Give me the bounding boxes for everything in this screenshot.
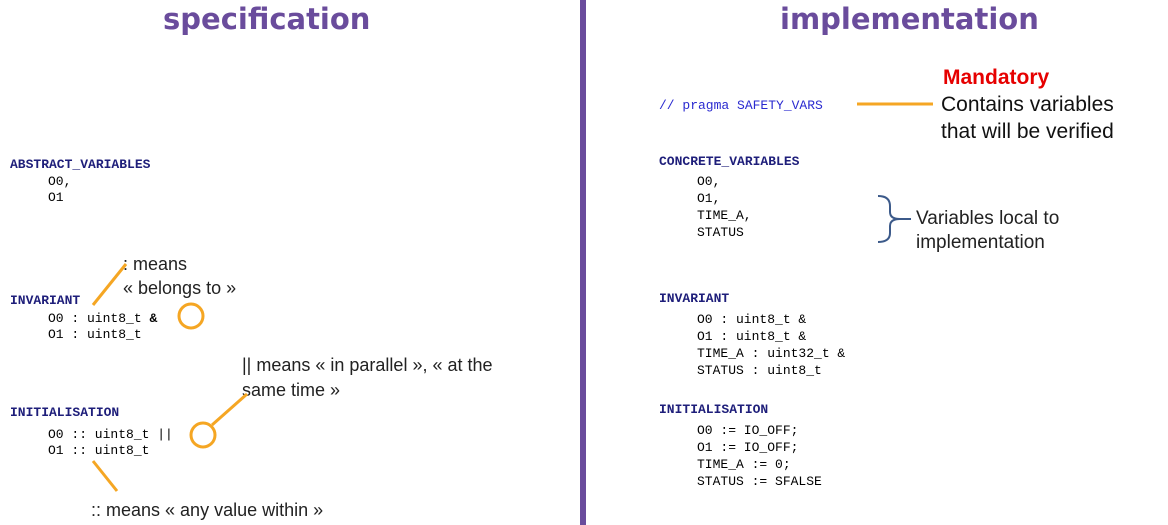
concrete-variable-line: TIME_A,: [697, 208, 752, 223]
spec-init-text: O0 :: uint8_t: [48, 427, 150, 442]
impl-invariant-keyword: INVARIANT: [659, 291, 730, 306]
belongs-to-note-line2: « belongs to »: [123, 278, 237, 298]
parallel-operator: ||: [157, 427, 173, 442]
and-highlight-circle: [177, 302, 205, 330]
and-operator: &: [149, 311, 158, 326]
safety-vars-pragma: // pragma SAFETY_VARS: [659, 98, 823, 113]
impl-invariant-line: O0 : uint8_t &: [697, 312, 807, 327]
specification-title: specification: [163, 2, 371, 36]
spec-init-line: O0 :: uint8_t ||: [48, 427, 173, 442]
belongs-to-note-line1: : means: [123, 254, 188, 274]
impl-initialisation-keyword: INITIALISATION: [659, 402, 769, 417]
any-value-callout-line: [91, 460, 119, 492]
abstract-variable-line: O0,: [48, 174, 72, 189]
implementation-title: implementation: [780, 2, 1039, 36]
mandatory-description-line2: that will be verified: [941, 120, 1114, 143]
local-variables-note-line1: Variables local to: [916, 208, 1060, 229]
concrete-variable-line: O0,: [697, 174, 721, 189]
mandatory-description-line1: Contains variables: [941, 93, 1114, 116]
parallel-highlight-circle: [189, 421, 217, 449]
spec-invariant-line: O0 : uint8_t &: [48, 311, 157, 326]
impl-invariant-line: O1 : uint8_t &: [697, 329, 807, 344]
abstract-variables-keyword: ABSTRACT_VARIABLES: [10, 157, 151, 172]
impl-init-line: TIME_A := 0;: [697, 457, 791, 472]
spec-invariant-keyword: INVARIANT: [10, 293, 81, 308]
column-divider: [580, 0, 586, 525]
parallel-note-line2: same time »: [242, 380, 341, 400]
spec-invariant-text: O0 : uint8_t: [48, 311, 142, 326]
parallel-note-line1: || means « in parallel », « at the: [242, 355, 493, 375]
any-value-note: :: means « any value within »: [91, 500, 324, 520]
local-variables-brace: [877, 195, 901, 243]
spec-invariant-line: O1 : uint8_t: [48, 327, 142, 342]
impl-init-line: O0 := IO_OFF;: [697, 423, 799, 438]
concrete-variable-line: O1,: [697, 191, 721, 206]
concrete-variable-line: STATUS: [697, 225, 744, 240]
abstract-variable-line: O1: [48, 190, 64, 205]
impl-init-line: STATUS := SFALSE: [697, 474, 822, 489]
concrete-variables-keyword: CONCRETE_VARIABLES: [659, 154, 800, 169]
spec-initialisation-keyword: INITIALISATION: [10, 405, 120, 420]
local-variables-note-line2: implementation: [916, 232, 1045, 253]
belongs-to-callout-line: [91, 263, 128, 306]
impl-init-line: O1 := IO_OFF;: [697, 440, 799, 455]
spec-init-line: O1 :: uint8_t: [48, 443, 150, 458]
mandatory-label: Mandatory: [943, 66, 1050, 89]
impl-invariant-line: STATUS : uint8_t: [697, 363, 822, 378]
impl-invariant-line: TIME_A : uint32_t &: [697, 346, 846, 361]
